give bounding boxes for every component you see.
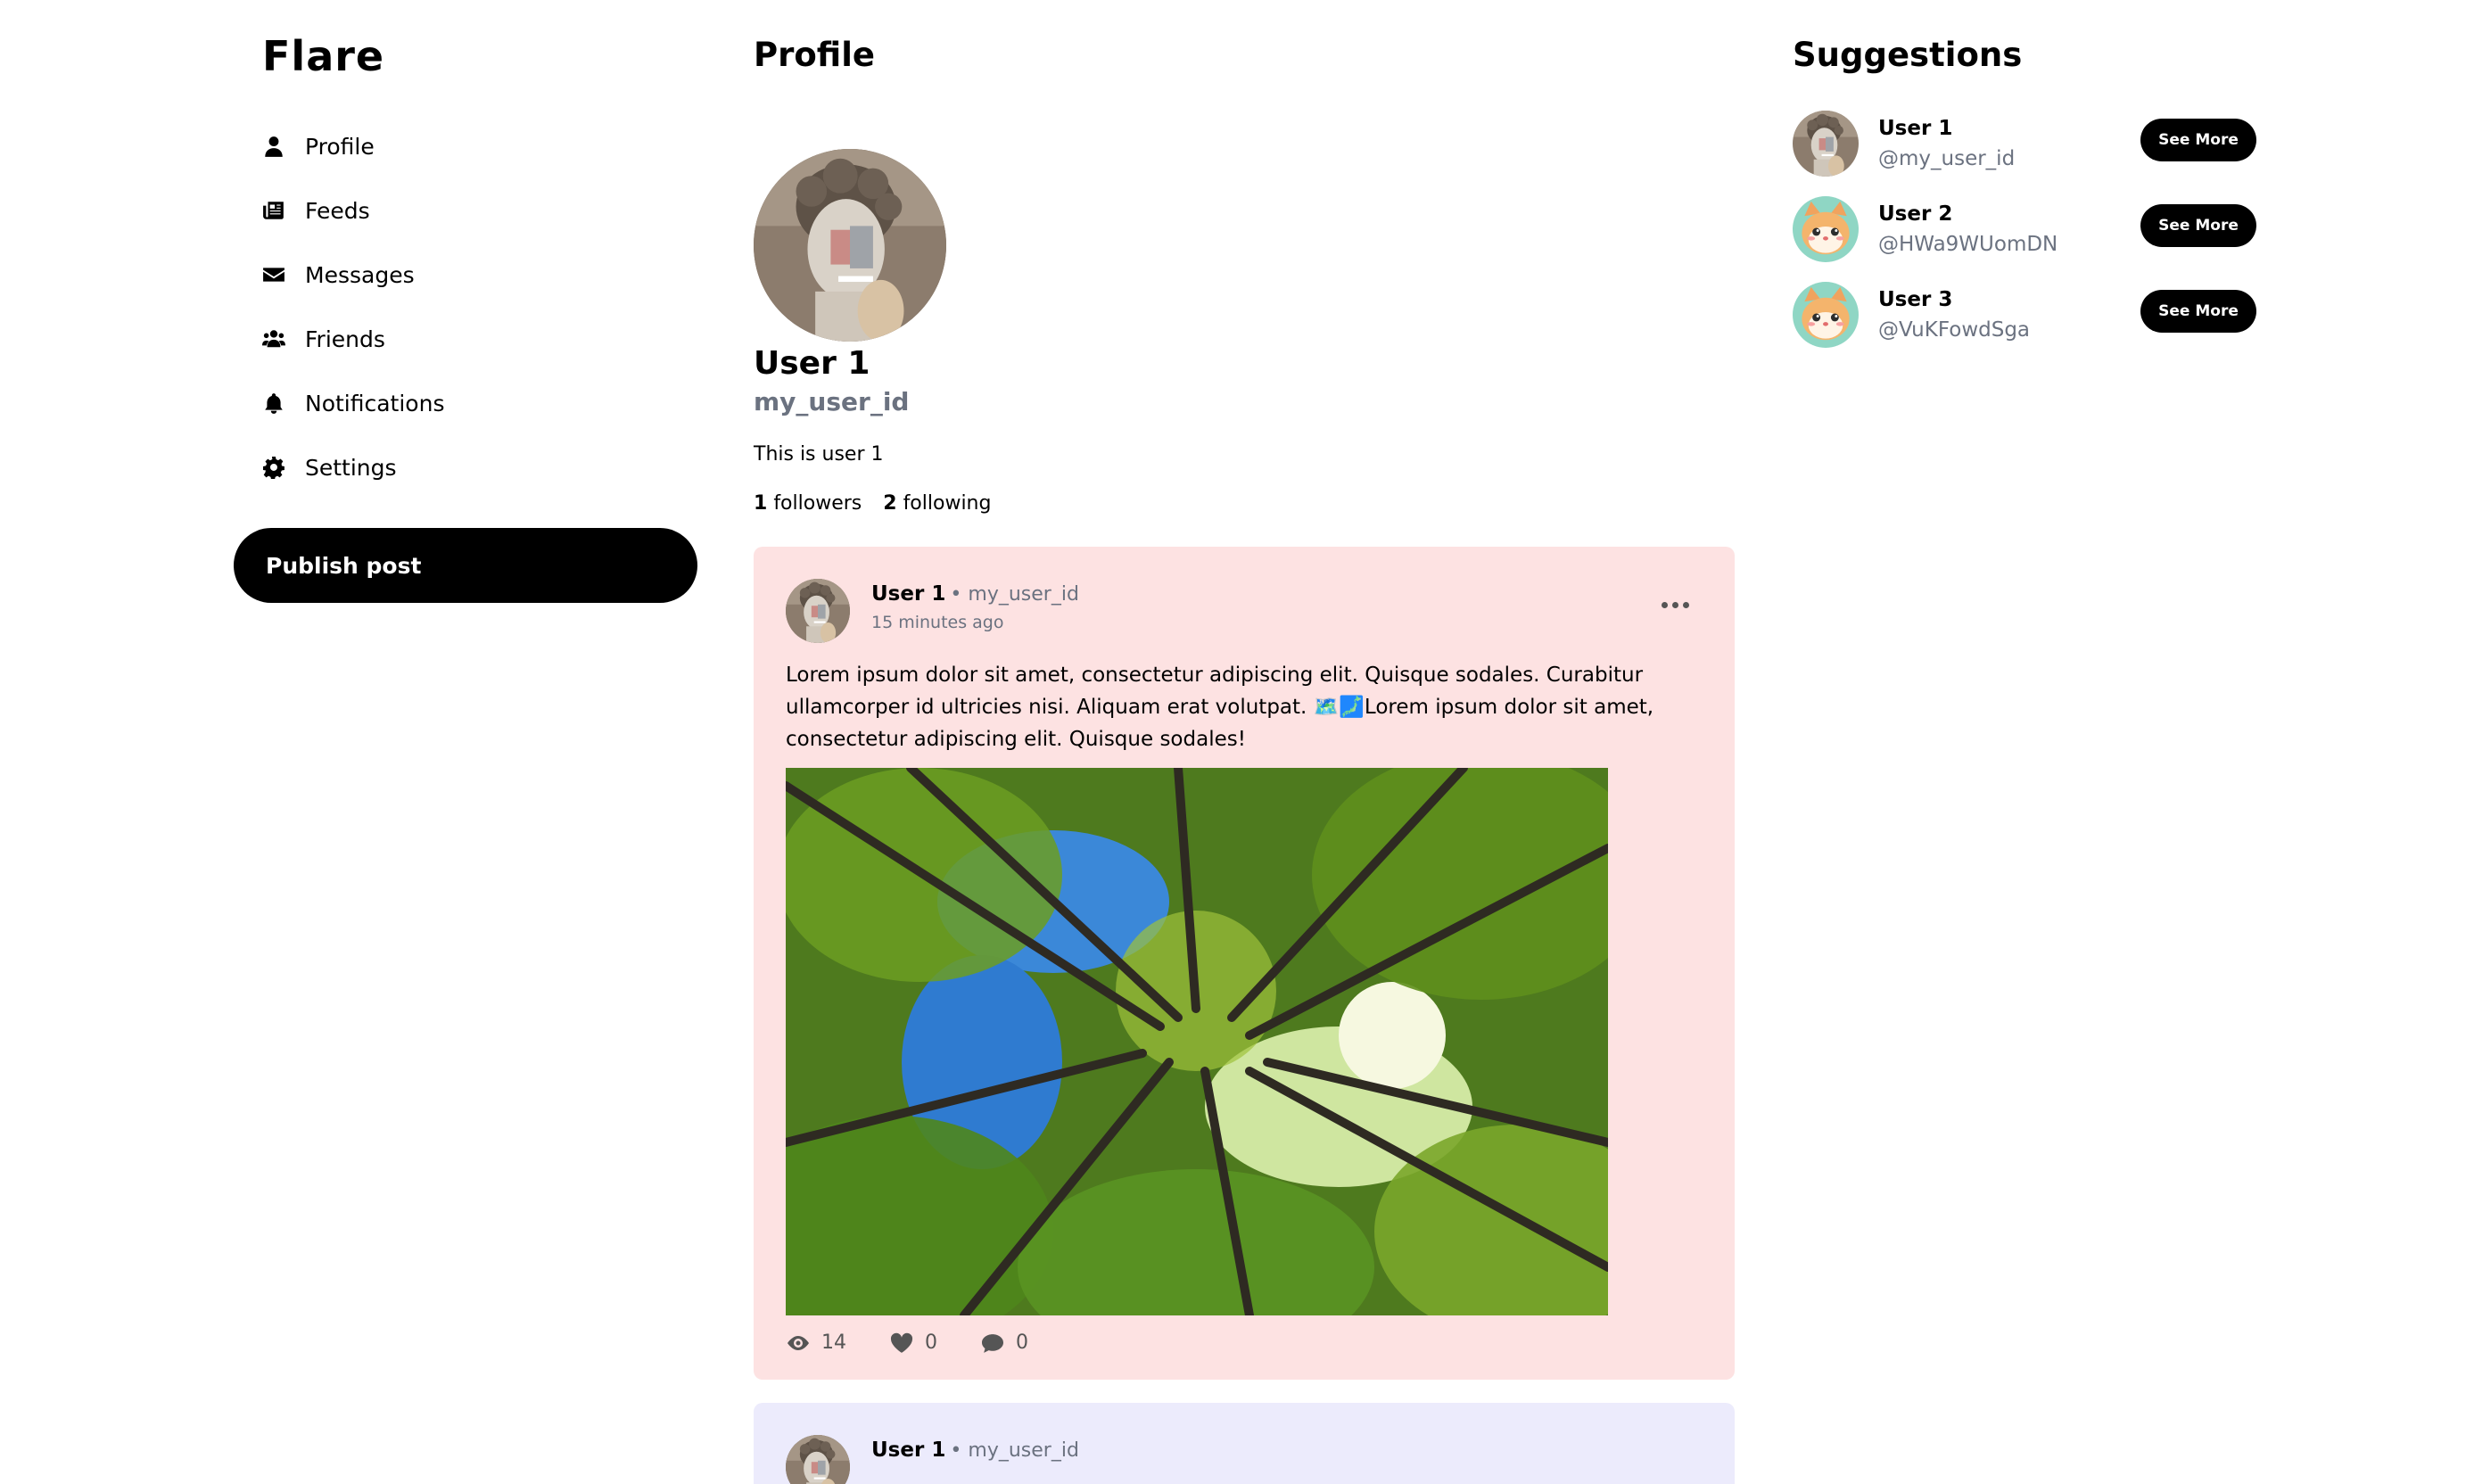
like-button[interactable]: 0 — [889, 1331, 937, 1354]
nav-label: Profile — [305, 133, 375, 160]
post-header: User 1 • my_user_id — [786, 1435, 1703, 1484]
profile-handle: my_user_id — [754, 387, 910, 416]
post-timestamp: 15 minutes ago — [871, 613, 1004, 632]
suggestion-avatar[interactable] — [1793, 282, 1859, 348]
following-count: 2 — [883, 492, 897, 515]
suggestion-item: User 2 @HWa9WUomDN See More — [1793, 186, 2256, 272]
see-more-button[interactable]: See More — [2140, 290, 2256, 333]
profile-avatar[interactable] — [754, 149, 946, 342]
suggestion-handle: @VuKFowdSga — [1878, 318, 2031, 342]
suggestion-handle: @my_user_id — [1878, 147, 2016, 170]
post-meta: User 1 • my_user_id — [871, 1435, 1079, 1462]
nav-label: Settings — [305, 454, 397, 481]
nav-label: Friends — [305, 326, 385, 352]
nav-label: Feeds — [305, 197, 370, 224]
post-author-avatar[interactable] — [786, 579, 850, 643]
nav-label: Messages — [305, 261, 415, 288]
see-more-button[interactable]: See More — [2140, 119, 2256, 161]
suggestion-name[interactable]: User 2 — [1878, 202, 2058, 226]
views-stat: 14 — [786, 1331, 846, 1354]
comment-button[interactable]: 0 — [980, 1331, 1028, 1354]
post-card[interactable]: User 1 • my_user_id — [754, 1403, 1735, 1484]
post-author[interactable]: User 1 — [871, 1439, 945, 1462]
follow-counts: 1 followers 2 following — [754, 492, 1735, 515]
following-link[interactable]: 2 following — [883, 492, 991, 515]
app-root: Flare Profile Feeds Messages Friends Not… — [0, 0, 2474, 1484]
suggestion-info: User 3 @VuKFowdSga — [1878, 288, 2030, 342]
post-author[interactable]: User 1 — [871, 582, 945, 606]
suggestion-handle: @HWa9WUomDN — [1878, 233, 2058, 256]
suggestion-avatar[interactable] — [1793, 196, 1859, 262]
post-handle: • my_user_id — [950, 583, 1079, 606]
bell-icon — [262, 390, 305, 416]
left-sidebar: Flare Profile Feeds Messages Friends Not… — [234, 32, 697, 603]
post-stats: 14 0 0 — [786, 1331, 1703, 1354]
page-title: Profile — [754, 36, 875, 74]
suggestions-title: Suggestions — [1793, 36, 2023, 74]
publish-post-button[interactable]: Publish post — [234, 528, 697, 603]
nav-item-feeds[interactable]: Feeds — [262, 178, 697, 243]
suggestion-avatar[interactable] — [1793, 111, 1859, 177]
post-image[interactable] — [786, 768, 1608, 1315]
nav-label: Notifications — [305, 390, 445, 416]
following-label: following — [903, 492, 992, 515]
profile-main: Profile User 1 my_user_id This is user 1… — [754, 36, 1735, 1484]
envelope-icon — [262, 261, 305, 288]
users-icon — [262, 326, 305, 352]
nav-item-messages[interactable]: Messages — [262, 243, 697, 307]
comment-icon — [982, 1333, 1003, 1353]
post-handle: • my_user_id — [950, 1439, 1079, 1462]
followers-label: followers — [773, 492, 862, 515]
nav-item-profile[interactable]: Profile — [262, 114, 697, 178]
suggestion-name[interactable]: User 3 — [1878, 288, 2030, 311]
nav-item-notifications[interactable]: Notifications — [262, 371, 697, 435]
nav-item-settings[interactable]: Settings — [262, 435, 697, 499]
likes-count: 0 — [925, 1331, 937, 1354]
heart-icon — [890, 1332, 913, 1353]
post-card[interactable]: User 1 • my_user_id 15 minutes ago Lorem… — [754, 547, 1735, 1380]
followers-link[interactable]: 1 followers — [754, 492, 862, 515]
profile-name: User 1 — [754, 345, 870, 382]
comments-count: 0 — [1016, 1331, 1028, 1354]
post-text: Lorem ipsum dolor sit amet, consectetur … — [786, 664, 1654, 751]
see-more-button[interactable]: See More — [2140, 204, 2256, 247]
profile-bio: This is user 1 — [754, 443, 884, 466]
brand-logo[interactable]: Flare — [262, 32, 697, 80]
followers-count: 1 — [754, 492, 768, 515]
suggestion-name[interactable]: User 1 — [1878, 117, 2015, 140]
suggestion-item: User 3 @VuKFowdSga See More — [1793, 272, 2256, 358]
views-count: 14 — [821, 1331, 846, 1354]
more-options-icon[interactable] — [1662, 595, 1697, 613]
nav-item-friends[interactable]: Friends — [262, 307, 697, 371]
post-header: User 1 • my_user_id 15 minutes ago — [786, 579, 1703, 643]
post-author-avatar[interactable] — [786, 1435, 850, 1484]
suggestions-panel: Suggestions User 1 @my_user_id See More … — [1793, 36, 2256, 358]
suggestion-item: User 1 @my_user_id See More — [1793, 101, 2256, 186]
user-icon — [262, 133, 305, 160]
gear-icon — [262, 454, 305, 481]
main-nav: Profile Feeds Messages Friends Notificat… — [262, 114, 697, 499]
suggestion-info: User 2 @HWa9WUomDN — [1878, 202, 2058, 256]
eye-icon — [788, 1335, 809, 1350]
newspaper-icon — [262, 197, 305, 224]
post-meta: User 1 • my_user_id 15 minutes ago — [871, 579, 1079, 632]
suggestion-info: User 1 @my_user_id — [1878, 117, 2015, 170]
